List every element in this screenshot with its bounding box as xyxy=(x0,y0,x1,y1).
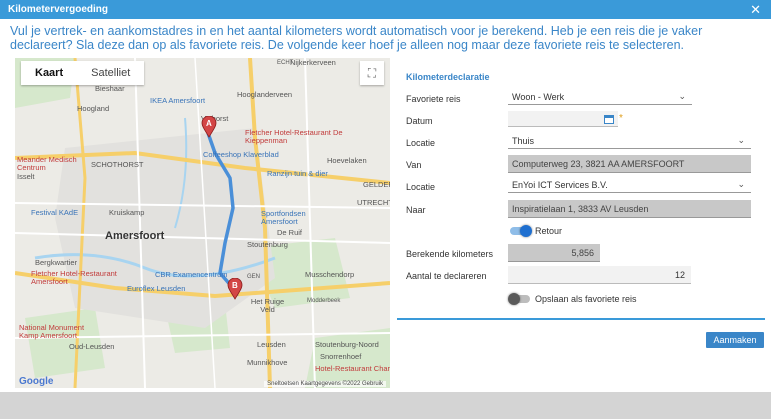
berekende-km-label: Berekende kilometers xyxy=(406,249,494,259)
favoriete-reis-label: Favoriete reis xyxy=(406,94,461,104)
map-label: Stoutenburg-Noord xyxy=(315,340,379,349)
map-label: Festival KAdE xyxy=(31,208,79,217)
favoriete-reis-select[interactable]: Woon - Werk ⌄ xyxy=(508,89,692,105)
map-label: Fletcher Hotel-Restaurant De Kieppenman xyxy=(245,128,343,145)
map-label: Munnikhove xyxy=(247,358,288,367)
map-label: Hoogland xyxy=(77,104,110,113)
locatie-van-label: Locatie xyxy=(406,138,436,148)
locatie-van-value: Thuis xyxy=(512,136,535,146)
google-logo: Google xyxy=(19,376,54,387)
favoriet-opslaan-label: Opslaan als favoriete reis xyxy=(535,294,637,304)
map-label: Leusden xyxy=(257,340,286,349)
map-label: Stoutenburg xyxy=(247,240,288,249)
favoriet-opslaan-toggle[interactable] xyxy=(508,293,530,305)
tab-satelliet[interactable]: Satelliet xyxy=(77,61,144,85)
naar-label: Naar xyxy=(406,205,426,215)
map-label: Musschendorp xyxy=(305,270,355,279)
map-label: De Ruif xyxy=(277,228,303,237)
map-label: IKEA Amersfoort xyxy=(150,96,206,105)
map-footer: Google Sneltoetsen Kaartgegevens ©2022 G… xyxy=(15,376,390,388)
map-label: Het Ruige Veld xyxy=(250,297,285,314)
map-label: Hotel-Restaurant Chard xyxy=(315,364,390,373)
naar-value: Inspiratielaan 1, 3833 AV Leusden xyxy=(512,204,649,214)
locatie-van-select[interactable]: Thuis ⌄ xyxy=(508,133,751,149)
retour-label: Retour xyxy=(535,226,563,236)
map-label: National Monument Kamp Amersfoort xyxy=(19,323,85,340)
map-label: Oud-Leusden xyxy=(69,342,115,351)
map-label: Nijkerkerveen xyxy=(290,58,336,67)
van-value: Computerweg 23, 3821 AA AMERSFOORT xyxy=(512,159,685,169)
bottom-area xyxy=(0,392,771,419)
map-label: Hoevelaken xyxy=(327,156,367,165)
locatie-naar-label: Locatie xyxy=(406,182,436,192)
map-label: Bieshaar xyxy=(95,84,125,93)
fullscreen-icon[interactable]: ⛶ xyxy=(360,61,384,85)
locatie-naar-value: EnYoi ICT Services B.V. xyxy=(512,180,608,190)
marker-a-label: A xyxy=(206,119,212,128)
aantal-input[interactable]: 12 xyxy=(508,266,691,284)
map-label: Sportfondsen Amersfoort xyxy=(261,209,306,226)
map-label: UTRECHT xyxy=(357,198,390,207)
kilometer-dialog: Kilometervergoeding ✕ Vul je vertrek- en… xyxy=(0,0,771,419)
favoriete-reis-value: Woon - Werk xyxy=(512,92,565,102)
close-icon[interactable]: ✕ xyxy=(750,0,761,19)
map-label: CBR Examencentrum xyxy=(155,270,228,279)
berekende-km-value: 5,856 xyxy=(571,248,594,258)
dialog-title: Kilometervergoeding xyxy=(8,4,109,15)
van-field: Computerweg 23, 3821 AA AMERSFOORT xyxy=(508,155,751,173)
map-label: Euroflex Leusden xyxy=(127,284,186,293)
map-label: Modderbeek xyxy=(307,298,341,304)
naar-field: Inspiratielaan 1, 3833 AV Leusden xyxy=(508,200,751,218)
map-label: Bergkwartier xyxy=(35,258,78,267)
route-map[interactable]: Kaart Satelliet ⛶ Nijkerkerveen ECHT Bie… xyxy=(15,58,390,388)
required-marker: * xyxy=(619,113,623,124)
map-label: GELDERL xyxy=(363,180,390,189)
map-label: Amersfoort xyxy=(105,230,165,242)
map-label: ECHT xyxy=(277,60,294,66)
aanmaken-button[interactable]: Aanmaken xyxy=(706,332,764,348)
tab-kaart[interactable]: Kaart xyxy=(21,61,77,85)
aantal-value: 12 xyxy=(674,270,685,280)
map-label: Isselt xyxy=(17,172,35,181)
locatie-naar-select[interactable]: EnYoi ICT Services B.V. ⌄ xyxy=(508,177,751,193)
retour-toggle[interactable] xyxy=(510,225,532,237)
marker-b-label: B xyxy=(232,281,238,290)
map-label: Snorrenhoef xyxy=(320,352,362,361)
datum-label: Datum xyxy=(406,116,433,126)
map-label: SCHOTHORST xyxy=(91,160,144,169)
van-label: Van xyxy=(406,160,422,170)
map-label: Coffeeshop Klaverblad xyxy=(203,150,279,159)
intro-text: Vul je vertrek- en aankomstadres in en h… xyxy=(10,24,703,52)
aantal-label: Aantal te declareren xyxy=(406,271,487,281)
chevron-down-icon: ⌄ xyxy=(737,179,745,189)
map-label: Meander Medisch Centrum xyxy=(17,155,77,172)
map-attribution[interactable]: Sneltoetsen Kaartgegevens ©2022 Gebruik xyxy=(264,381,386,387)
map-type-tabs: Kaart Satelliet xyxy=(21,61,145,85)
map-label: Hooglanderveen xyxy=(237,90,293,99)
chevron-down-icon: ⌄ xyxy=(678,91,686,101)
berekende-km-field: 5,856 xyxy=(508,244,600,262)
calendar-icon[interactable] xyxy=(604,114,614,124)
map-label: Ranzijn tuin & dier xyxy=(267,169,328,178)
datum-input[interactable] xyxy=(508,111,618,127)
chevron-down-icon: ⌄ xyxy=(737,135,745,145)
map-label: GEN xyxy=(247,274,261,280)
map-label: Fletcher Hotel-Restaurant Amersfoort xyxy=(31,269,117,286)
map-label: Kruiskamp xyxy=(109,208,145,217)
title-bar: Kilometervergoeding ✕ xyxy=(0,0,771,19)
form-separator xyxy=(397,318,765,320)
section-title: Kilometerdeclaratie xyxy=(406,72,490,82)
